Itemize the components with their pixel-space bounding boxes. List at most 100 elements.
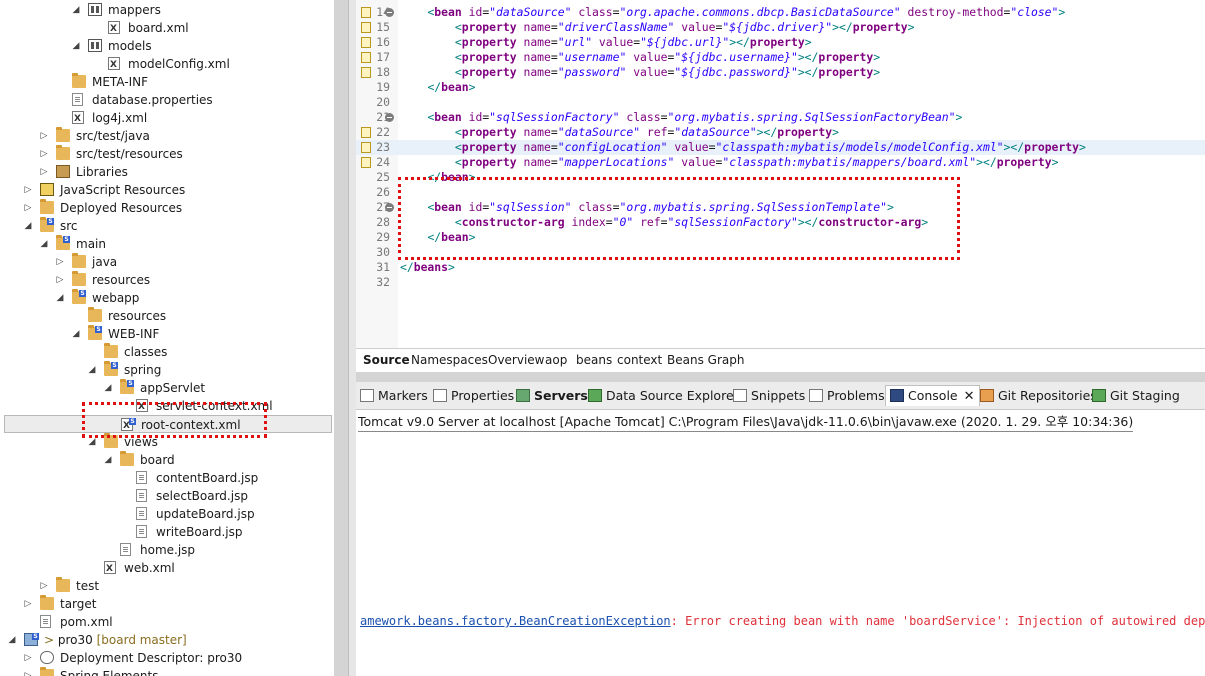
code-line[interactable]: 16 <property name="url" value="${jdbc.ur… (356, 35, 1205, 50)
editor-tab-context[interactable]: context (617, 353, 662, 367)
expand-arrow-icon[interactable]: ▷ (54, 253, 66, 271)
code-line[interactable]: 31 </beans> (356, 260, 1205, 275)
tree-item[interactable]: ▷ target (0, 595, 334, 613)
panel-tab-problems[interactable]: Problems (809, 386, 885, 406)
panel-tab-markers[interactable]: Markers (360, 386, 428, 406)
code-line[interactable]: 22 <property name="dataSource" ref="data… (356, 125, 1205, 140)
tree-item[interactable]: ◢ models (0, 37, 334, 55)
panel-tab-snippets[interactable]: Snippets (733, 386, 805, 406)
code-text: </bean> (427, 80, 476, 94)
expand-arrow-icon[interactable]: ▷ (22, 649, 34, 667)
collapse-arrow-icon[interactable]: ◢ (102, 379, 114, 397)
editor-tab-beans-graph[interactable]: Beans Graph (667, 353, 744, 367)
collapse-arrow-icon[interactable]: ◢ (38, 235, 50, 253)
exception-link[interactable]: amework.beans.factory.BeanCreationExcept… (360, 614, 671, 628)
tree-item-label: target (60, 597, 97, 611)
collapse-arrow-icon[interactable]: ◢ (70, 325, 82, 343)
tree-item[interactable]: ◢ SappServlet (0, 379, 334, 397)
tree-item[interactable]: ▷ resources (0, 271, 334, 289)
code-line[interactable]: 17 <property name="username" value="${jd… (356, 50, 1205, 65)
panel-tab-console[interactable]: Console ✕ (885, 385, 980, 406)
tree-item[interactable]: pom.xml (0, 613, 334, 631)
expand-arrow-icon[interactable]: ▷ (22, 667, 34, 676)
expand-arrow-icon[interactable]: ▷ (54, 271, 66, 289)
tree-item[interactable]: ▷ Spring Elements (0, 667, 334, 676)
snippets-icon (733, 389, 747, 402)
code-line[interactable]: 18 <property name="password" value="${jd… (356, 65, 1205, 80)
tree-item[interactable]: ◢ S > pro30 [board master] (0, 631, 334, 649)
collapse-arrow-icon[interactable]: ◢ (22, 217, 34, 235)
line-number: 15 (376, 20, 390, 34)
fold-toggle-icon[interactable] (385, 113, 394, 122)
panel-tab-servers[interactable]: Servers (516, 386, 588, 406)
tree-item[interactable]: ◢ Swebapp (0, 289, 334, 307)
collapse-arrow-icon[interactable]: ◢ (6, 631, 18, 649)
code-line[interactable]: 21 <bean id="sqlSessionFactory" class="o… (356, 110, 1205, 125)
collapse-arrow-icon[interactable]: ◢ (86, 361, 98, 379)
panel-tab-properties[interactable]: Properties (433, 386, 514, 406)
code-line[interactable]: 32 (356, 275, 1205, 290)
tree-item[interactable]: ◢ board (0, 451, 334, 469)
tree-item[interactable]: writeBoard.jsp (0, 523, 334, 541)
expand-arrow-icon[interactable]: ▷ (38, 145, 50, 163)
tree-item[interactable]: ▷ src/test/java (0, 127, 334, 145)
tree-item[interactable]: classes (0, 343, 334, 361)
tree-item[interactable]: ◢ Ssrc (0, 217, 334, 235)
tree-item-label: META-INF (92, 75, 149, 89)
folder-icon: S (40, 217, 54, 232)
tree-item[interactable]: home.jsp (0, 541, 334, 559)
code-line[interactable]: 14 <bean id="dataSource" class="org.apac… (356, 5, 1205, 20)
expand-arrow-icon[interactable]: ▷ (38, 163, 50, 181)
expand-arrow-icon[interactable]: ▷ (22, 199, 34, 217)
tree-item[interactable]: modelConfig.xml (0, 55, 334, 74)
tree-item[interactable]: META-INF (0, 73, 334, 91)
expand-arrow-icon[interactable]: ▷ (22, 595, 34, 613)
fold-toggle-icon[interactable] (385, 203, 394, 212)
tree-item[interactable]: board.xml (0, 19, 334, 38)
tree-item[interactable]: web.xml (0, 559, 334, 578)
collapse-arrow-icon[interactable]: ◢ (70, 1, 82, 19)
tree-item[interactable]: selectBoard.jsp (0, 487, 334, 505)
tree-item[interactable]: ▷ java (0, 253, 334, 271)
spring-badge-icon: S (79, 290, 86, 297)
tree-item[interactable]: ◢ Sspring (0, 361, 334, 379)
code-line[interactable]: 23 <property name="configLocation" value… (356, 140, 1205, 155)
tree-item[interactable]: ▷ Deployed Resources (0, 199, 334, 217)
sash[interactable] (334, 0, 348, 676)
tree-item[interactable]: ▷ Libraries (0, 163, 334, 181)
collapse-arrow-icon[interactable]: ◢ (70, 37, 82, 55)
tree-item[interactable]: updateBoard.jsp (0, 505, 334, 523)
editor-tab-aop[interactable]: aop (545, 353, 567, 367)
code-line[interactable]: 20 (356, 95, 1205, 110)
code-line[interactable]: 15 <property name="driverClassName" valu… (356, 20, 1205, 35)
tree-item[interactable]: ▷ Deployment Descriptor: pro30 (0, 649, 334, 667)
panel-tab-git-staging[interactable]: Git Staging (1092, 386, 1180, 406)
tree-item[interactable]: contentBoard.jsp (0, 469, 334, 487)
expand-arrow-icon[interactable]: ▷ (22, 181, 34, 199)
tree-item[interactable]: ◢ S WEB-INF (0, 325, 334, 343)
collapse-arrow-icon[interactable]: ◢ (102, 451, 114, 469)
tree-item[interactable]: ▷ src/test/resources (0, 145, 334, 163)
console-view[interactable]: Tomcat v9.0 Server at localhost [Apache … (356, 410, 1205, 676)
code-line[interactable]: 24 <property name="mapperLocations" valu… (356, 155, 1205, 170)
editor-tab-source[interactable]: Source (363, 353, 410, 367)
panel-tab-data-source-explorer[interactable]: Data Source Explorer (588, 386, 739, 406)
tree-item[interactable]: database.properties (0, 91, 334, 109)
expand-arrow-icon[interactable]: ▷ (38, 127, 50, 145)
fold-toggle-icon[interactable] (385, 8, 394, 17)
tree-item[interactable]: ▷ test (0, 577, 334, 595)
collapse-arrow-icon[interactable]: ◢ (54, 289, 66, 307)
code-line[interactable]: 19 </bean> (356, 80, 1205, 95)
panel-tab-git-repositories[interactable]: Git Repositories (980, 386, 1097, 406)
expand-arrow-icon[interactable]: ▷ (38, 577, 50, 595)
editor-tab-namespaces[interactable]: Namespaces (411, 353, 488, 367)
close-icon[interactable]: ✕ (964, 387, 975, 407)
tree-item[interactable]: log4j.xml (0, 109, 334, 128)
tree-item[interactable]: ▷ JavaScript Resources (0, 181, 334, 199)
git-staging-icon (1092, 389, 1106, 402)
tree-item[interactable]: resources (0, 307, 334, 325)
editor-tab-beans[interactable]: beans (576, 353, 612, 367)
tree-item[interactable]: ◢ mappers (0, 1, 334, 19)
editor-tab-overview[interactable]: Overview (488, 353, 545, 367)
tree-item[interactable]: ◢ Smain (0, 235, 334, 253)
